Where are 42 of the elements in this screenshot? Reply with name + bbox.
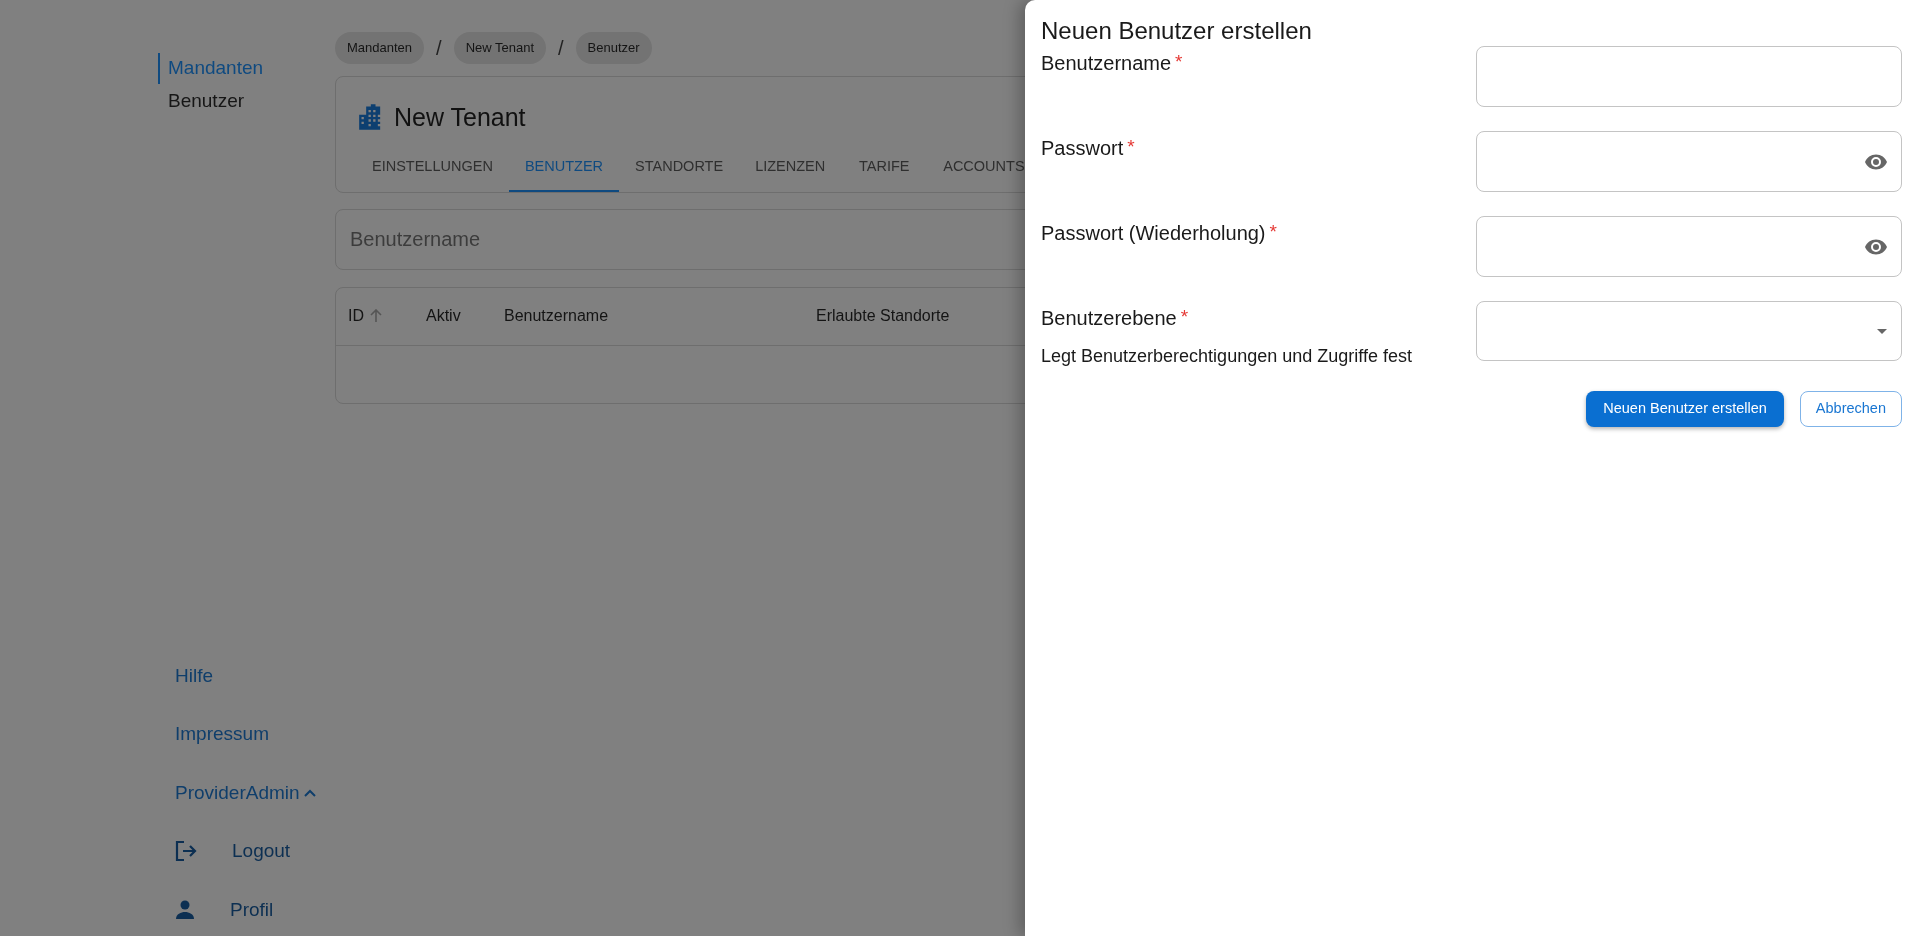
eye-icon[interactable]: [1865, 153, 1887, 170]
required-mark: *: [1180, 305, 1189, 329]
nav-link[interactable]: Logout: [232, 837, 291, 866]
password-field[interactable]: [1476, 131, 1902, 192]
tab[interactable]: EINSTELLUNGEN: [356, 146, 509, 192]
column-header[interactable]: Erlaubte Standorte: [816, 304, 950, 329]
caret-down-icon: [1877, 328, 1887, 334]
field-label: Benutzerebene: [1041, 306, 1177, 331]
tenant-title: New Tenant: [394, 101, 526, 133]
logout-icon: [175, 841, 197, 862]
breadcrumb-separator: /: [558, 35, 564, 61]
nav-link[interactable]: Hilfe: [175, 661, 213, 690]
sidebar-item[interactable]: Benutzer: [158, 85, 245, 116]
nav-link[interactable]: Impressum: [175, 720, 269, 749]
password-field[interactable]: [1476, 216, 1902, 277]
create-button[interactable]: Neuen Benutzer erstellen: [1586, 391, 1784, 427]
tab[interactable]: LIZENZEN: [739, 146, 842, 192]
breadcrumb-separator: /: [436, 35, 442, 61]
column-header[interactable]: ID: [348, 304, 382, 329]
breadcrumb-chip[interactable]: Mandanten: [335, 32, 425, 64]
required-mark: *: [1175, 50, 1183, 74]
person-icon: [175, 899, 195, 920]
nav-link[interactable]: Profil: [230, 895, 274, 924]
breadcrumb-chip[interactable]: New Tenant: [453, 32, 547, 64]
column-header[interactable]: Benutzername: [504, 304, 609, 329]
eye-icon[interactable]: [1865, 238, 1887, 255]
drawer-title: Neuen Benutzer erstellen: [1041, 16, 1313, 46]
sidebar-item[interactable]: Mandanten: [158, 53, 264, 84]
cancel-button[interactable]: Abbrechen: [1799, 391, 1902, 427]
field-label: Benutzername: [1041, 51, 1172, 76]
select-field[interactable]: [1476, 301, 1902, 361]
tab[interactable]: STANDORTE: [619, 146, 740, 192]
input-field[interactable]: [1476, 46, 1902, 107]
breadcrumb-chip[interactable]: Benutzer: [575, 32, 652, 64]
required-mark: *: [1127, 135, 1135, 159]
tab[interactable]: TARIFE: [841, 146, 928, 192]
required-mark: *: [1269, 220, 1277, 244]
field-label: Passwort: [1041, 136, 1124, 161]
user-menu-button[interactable]: ProviderAdmin: [175, 778, 316, 807]
tab[interactable]: BENUTZER: [508, 146, 620, 192]
field-hint: Legt Benutzerberechtigungen und Zugriffe fest: [1041, 345, 1413, 368]
column-header[interactable]: Aktiv: [426, 304, 461, 329]
